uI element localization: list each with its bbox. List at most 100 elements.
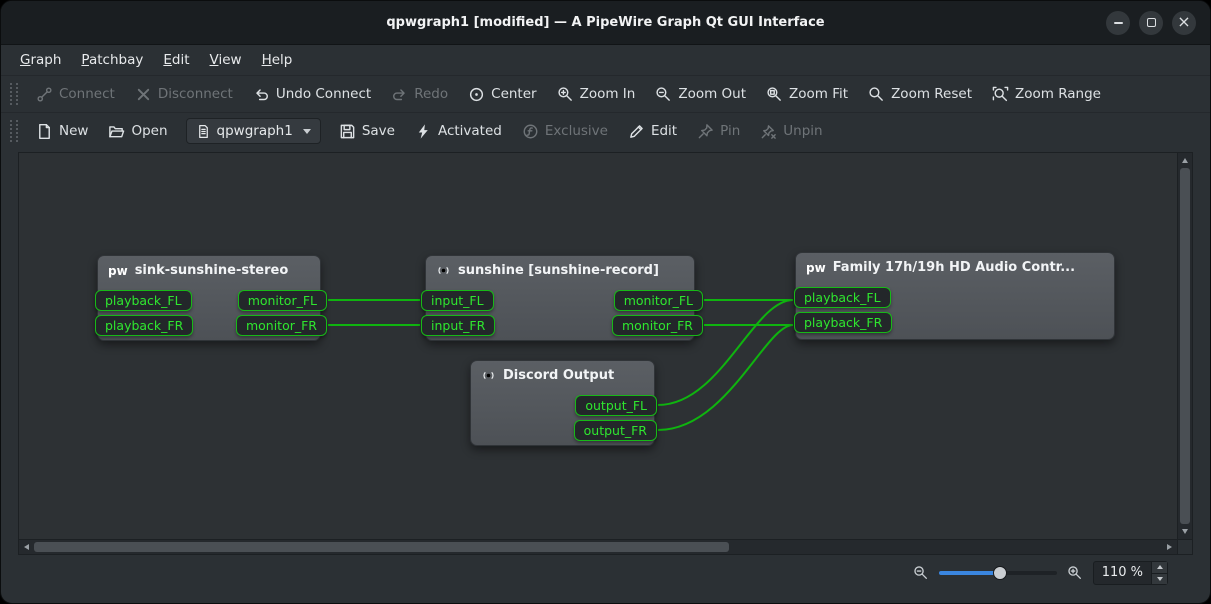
- zoom-reset-label: Zoom Reset: [891, 86, 972, 102]
- edit-button[interactable]: Edit: [619, 118, 686, 145]
- activated-icon: [415, 123, 432, 140]
- node-sunshine[interactable]: sunshine [sunshine-record] input_FL inpu…: [425, 255, 695, 341]
- node-header: Discord Output: [471, 361, 654, 383]
- menu-view[interactable]: View: [201, 48, 251, 72]
- spin-up-icon: [1157, 565, 1163, 569]
- node-family-audio-controller[interactable]: pw Family 17h/19h HD Audio Contr... play…: [795, 252, 1115, 340]
- zoom-reset-button[interactable]: Zoom Reset: [859, 81, 981, 108]
- zoom-in-icon: [557, 86, 574, 103]
- zoom-in-label: Zoom In: [580, 86, 636, 102]
- port-monitor-fr[interactable]: monitor_FR: [236, 315, 327, 336]
- connections-layer: [19, 153, 1177, 539]
- pipewire-icon: pw: [806, 261, 826, 275]
- spin-down-button[interactable]: [1152, 573, 1167, 585]
- pin-button[interactable]: Pin: [688, 118, 749, 145]
- save-button[interactable]: Save: [330, 118, 404, 145]
- scroll-up-arrow[interactable]: [1182, 158, 1188, 163]
- port-input-fl[interactable]: input_FL: [421, 290, 494, 311]
- toolbar-handle[interactable]: [10, 120, 18, 142]
- zoom-slider[interactable]: [939, 565, 1057, 581]
- minimize-button[interactable]: [1106, 11, 1130, 35]
- node-sink-sunshine-stereo[interactable]: pw sink-sunshine-stereo playback_FL play…: [97, 255, 321, 341]
- node-header: sunshine [sunshine-record]: [426, 256, 694, 278]
- center-icon: [468, 86, 485, 103]
- redo-icon: [391, 86, 408, 103]
- port-monitor-fr[interactable]: monitor_FR: [612, 315, 703, 336]
- center-button[interactable]: Center: [459, 81, 545, 108]
- node-title: Family 17h/19h HD Audio Contr...: [833, 260, 1075, 275]
- close-button[interactable]: ×: [1172, 11, 1196, 35]
- horizontal-scroll-thumb[interactable]: [34, 542, 729, 552]
- save-label: Save: [362, 123, 395, 139]
- menu-edit[interactable]: Edit: [154, 48, 198, 72]
- spin-up-button[interactable]: [1152, 562, 1167, 573]
- node-title: sunshine [sunshine-record]: [458, 263, 659, 278]
- zoom-out-button[interactable]: Zoom Out: [646, 81, 755, 108]
- port-monitor-fl[interactable]: monitor_FL: [238, 290, 327, 311]
- new-button[interactable]: New: [27, 118, 97, 145]
- port-monitor-fl[interactable]: monitor_FL: [614, 290, 703, 311]
- redo-button[interactable]: Redo: [382, 81, 457, 108]
- connect-label: Connect: [59, 86, 115, 102]
- titlebar[interactable]: qpwgraph1 [modified] — A PipeWire Graph …: [1, 1, 1210, 45]
- zoom-fit-icon: [766, 86, 783, 103]
- zoom-slider-fill: [939, 571, 1000, 575]
- status-zoom-out-button[interactable]: [913, 565, 929, 581]
- port-playback-fr[interactable]: playback_FR: [794, 312, 892, 333]
- scroll-left-arrow[interactable]: [24, 544, 29, 550]
- graph-canvas[interactable]: pw sink-sunshine-stereo playback_FL play…: [19, 153, 1177, 539]
- exclusive-button[interactable]: Exclusive: [513, 118, 617, 145]
- node-header: pw Family 17h/19h HD Audio Contr...: [796, 253, 1114, 275]
- chevron-down-icon: [303, 129, 311, 134]
- canvas-frame: pw sink-sunshine-stereo playback_FL play…: [18, 152, 1193, 555]
- maximize-button[interactable]: [1139, 11, 1163, 35]
- save-icon: [339, 123, 356, 140]
- horizontal-scrollbar[interactable]: [19, 539, 1177, 554]
- monitor-app-icon: [436, 263, 451, 278]
- maximize-icon: [1147, 18, 1156, 27]
- port-output-fr[interactable]: output_FR: [574, 420, 657, 441]
- undo-connect-button[interactable]: Undo Connect: [244, 81, 380, 108]
- port-playback-fl[interactable]: playback_FL: [794, 287, 891, 308]
- port-playback-fl[interactable]: playback_FL: [95, 290, 192, 311]
- spin-down-icon: [1157, 577, 1163, 581]
- open-folder-icon: [108, 123, 125, 140]
- menu-patchbay[interactable]: Patchbay: [72, 48, 152, 72]
- close-icon: ×: [1177, 14, 1190, 30]
- scroll-down-arrow[interactable]: [1182, 529, 1188, 534]
- node-discord-output[interactable]: Discord Output output_FL output_FR: [470, 360, 655, 446]
- zoom-spinbox[interactable]: 110 %: [1093, 561, 1168, 585]
- zoom-fit-button[interactable]: Zoom Fit: [757, 81, 857, 108]
- node-title: Discord Output: [503, 368, 614, 383]
- menu-help[interactable]: Help: [253, 48, 302, 72]
- zoom-range-button[interactable]: Zoom Range: [983, 81, 1110, 108]
- port-output-fl[interactable]: output_FL: [575, 395, 657, 416]
- undo-icon: [253, 86, 270, 103]
- toolbar-handle[interactable]: [10, 83, 18, 105]
- port-input-fr[interactable]: input_FR: [421, 315, 495, 336]
- patchbay-combo[interactable]: qpwgraph1: [186, 118, 321, 144]
- patchbay-combo-value: qpwgraph1: [217, 123, 293, 139]
- vertical-scroll-thumb[interactable]: [1180, 168, 1190, 524]
- graph-toolbar: Connect Disconnect Undo Connect Redo Cen…: [1, 75, 1210, 112]
- exclusive-icon: [522, 123, 539, 140]
- disconnect-icon: [135, 86, 152, 103]
- zoom-slider-handle[interactable]: [993, 566, 1007, 580]
- vertical-scrollbar[interactable]: [1177, 153, 1192, 539]
- zoom-in-button[interactable]: Zoom In: [548, 81, 645, 108]
- exclusive-label: Exclusive: [545, 123, 608, 139]
- connect-button[interactable]: Connect: [27, 81, 124, 108]
- unpin-button[interactable]: Unpin: [751, 118, 831, 145]
- edit-icon: [628, 123, 645, 140]
- menu-graph[interactable]: Graph: [11, 48, 70, 72]
- scroll-right-arrow[interactable]: [1167, 544, 1172, 550]
- zoom-value[interactable]: 110 %: [1094, 562, 1151, 584]
- monitor-app-icon: [481, 368, 496, 383]
- open-button[interactable]: Open: [99, 118, 176, 145]
- status-zoom-in-button[interactable]: [1067, 565, 1083, 581]
- unpin-icon: [760, 123, 777, 140]
- disconnect-button[interactable]: Disconnect: [126, 81, 242, 108]
- activated-button[interactable]: Activated: [406, 118, 511, 145]
- port-playback-fr[interactable]: playback_FR: [95, 315, 193, 336]
- patchbay-toolbar: New Open qpwgraph1 Save Activated Exclus…: [1, 112, 1210, 149]
